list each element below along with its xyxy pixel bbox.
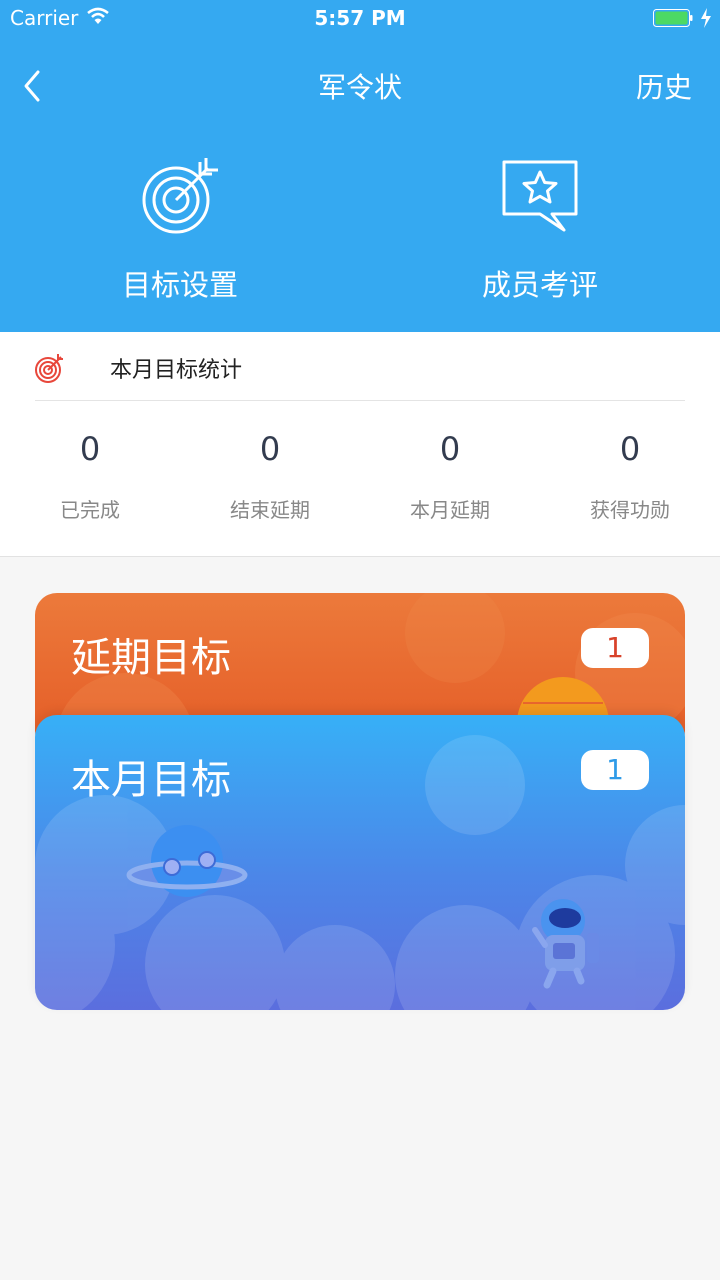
delayed-goals-count: 1	[581, 628, 649, 668]
stats-title: 本月目标统计	[110, 358, 243, 383]
delayed-goals-title: 延期目标	[71, 635, 231, 681]
stat-label: 结束延期	[230, 498, 310, 522]
stat-merit: 0 获得功勋	[540, 430, 720, 523]
goal-setting-label: 目标设置	[121, 268, 238, 302]
stat-ended-delay: 0 结束延期	[180, 430, 360, 523]
charging-icon	[701, 8, 711, 28]
status-time: 5:57 PM	[314, 6, 406, 30]
monthly-goals-title: 本月目标	[71, 757, 231, 803]
target-icon	[142, 158, 218, 234]
stat-month-delay: 0 本月延期	[360, 430, 540, 523]
stat-value: 0	[439, 430, 461, 468]
monthly-stats-panel: 本月目标统计 0 已完成 0 结束延期 0 本月延期 0 获得功勋	[0, 332, 720, 557]
stat-value: 0	[259, 430, 281, 468]
stat-value: 0	[619, 430, 641, 468]
divider	[35, 400, 685, 401]
header: Carrier 5:57 PM 军令状 历史 目标设置 成员考评	[0, 0, 720, 332]
target-icon	[35, 354, 63, 383]
stat-value: 0	[79, 430, 101, 468]
battery-icon	[653, 9, 693, 27]
page-title: 军令状	[317, 71, 402, 104]
monthly-goals-count: 1	[581, 750, 649, 790]
stat-label: 已完成	[60, 498, 120, 522]
monthly-goals-card[interactable]: 本月目标 1	[35, 715, 685, 1010]
status-bar: Carrier 5:57 PM	[0, 0, 720, 40]
review-star-icon	[502, 160, 578, 232]
member-review-button[interactable]: 成员考评	[390, 150, 690, 310]
member-review-label: 成员考评	[481, 268, 598, 302]
stat-label: 获得功勋	[590, 498, 670, 522]
goal-setting-button[interactable]: 目标设置	[30, 150, 330, 310]
stat-label: 本月延期	[410, 498, 490, 522]
stat-completed: 0 已完成	[0, 430, 180, 523]
history-button[interactable]: 历史	[636, 66, 692, 106]
